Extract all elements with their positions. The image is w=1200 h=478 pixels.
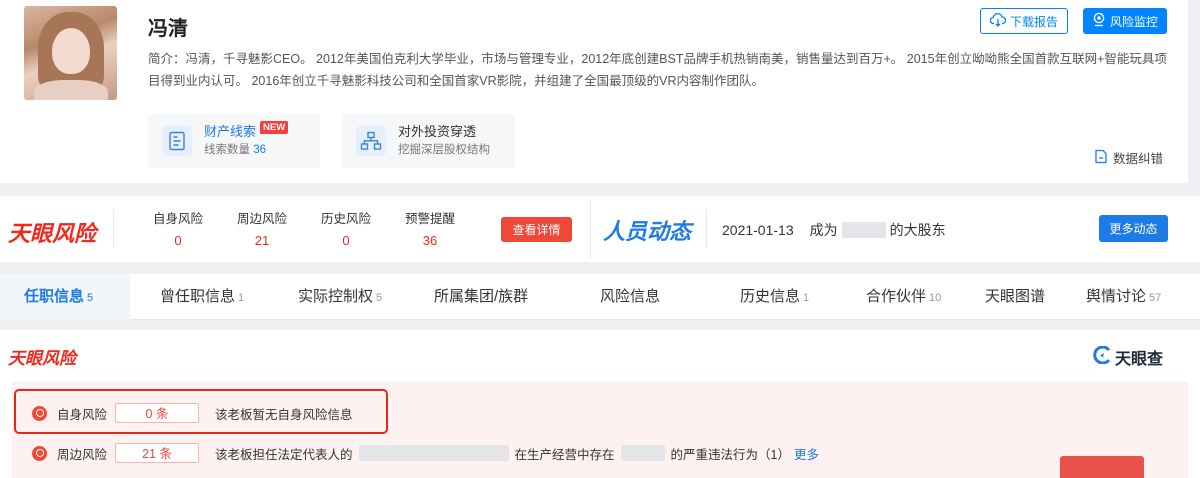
risk-monitor-label: 风险监控 (1110, 14, 1159, 29)
people-dynamics-entry: 2021-01-13 成为 的大股东 (722, 220, 946, 240)
tab-public-opinion[interactable]: 舆情讨论 57 (1086, 274, 1161, 320)
people-dynamics-logo: 人员动态 (603, 219, 692, 244)
risk-surrounding[interactable]: 周边风险 21 (227, 208, 297, 248)
risk-count-pill[interactable]: 21 条 (115, 443, 200, 463)
risk-row-label: 周边风险 (57, 447, 108, 462)
download-report-label: 下载报告 (1010, 14, 1059, 29)
tab-actual-control[interactable]: 实际控制权 5 (298, 274, 382, 320)
document-list-icon (162, 126, 192, 156)
feature-asset-clues[interactable]: 财产线索 NEW 线索数量 36 (148, 114, 320, 168)
risk-warning-value: 36 (422, 233, 438, 248)
tab-current-positions[interactable]: 任职信息 5 (24, 274, 93, 320)
people-prefix: 成为 (809, 222, 838, 238)
section-risk-logo: 天眼风险 (8, 349, 76, 368)
feature-investment-penetration[interactable]: 对外投资穿透 挖掘深层股权结构 (342, 114, 515, 168)
edit-document-icon (1094, 149, 1108, 167)
risk-surrounding-value: 21 (254, 233, 270, 248)
people-suffix: 的大股东 (889, 222, 946, 238)
risk-warning[interactable]: 预警提醒 36 (395, 208, 465, 248)
feature-asset-count: 36 (253, 144, 266, 156)
tab-partners[interactable]: 合作伙伴 10 (866, 274, 941, 320)
risk-row-text-mid: 在生产经营中存在 (514, 447, 615, 462)
download-report-button[interactable]: 下载报告 (980, 8, 1069, 34)
data-correction-link[interactable]: 数据纠错 (1094, 148, 1163, 167)
risk-surrounding-label: 周边风险 (236, 212, 287, 226)
tab-history-info[interactable]: 历史信息 1 (740, 274, 809, 320)
risk-row-surrounding: 周边风险 21 条 该老板担任法定代表人的 在生产经营中存在 的严重违法行为（1… (32, 442, 819, 464)
more-dynamics-button[interactable]: 更多动态 (1099, 215, 1168, 242)
feature-invest-title: 对外投资穿透 (398, 124, 477, 139)
view-details-button[interactable]: 查看详情 (501, 217, 572, 242)
annotation-highlight-box (14, 389, 388, 434)
divider (706, 210, 707, 248)
risk-history-value: 0 (342, 233, 350, 248)
location-target-icon (1092, 12, 1106, 30)
tianyan-risk-logo: 天眼风险 (8, 221, 97, 246)
org-chart-icon (356, 126, 386, 156)
risk-row-text-suffix: 的严重违法行为（1） (670, 447, 790, 462)
feature-invest-sub: 挖掘深层股权结构 (398, 144, 490, 156)
risk-row-text-prefix: 该老板担任法定代表人的 (215, 447, 353, 462)
divider (590, 200, 591, 258)
risk-self-value: 0 (174, 233, 182, 248)
tab-graph[interactable]: 天眼图谱 (985, 274, 1048, 320)
redacted-violation (620, 445, 665, 461)
risk-monitor-button[interactable]: 风险监控 (1083, 8, 1168, 34)
avatar[interactable] (24, 6, 117, 100)
tab-group[interactable]: 所属集团/族群 (434, 274, 531, 320)
person-name: 冯清 (148, 18, 188, 40)
risk-alert-icon (32, 445, 47, 461)
people-date: 2021-01-13 (722, 222, 794, 238)
divider (113, 210, 114, 248)
risk-self-label: 自身风险 (152, 212, 203, 226)
tianyancha-brand-text: 天眼查 (1115, 351, 1164, 368)
redacted-company-name (841, 222, 886, 238)
new-badge: NEW (260, 120, 289, 134)
action-button-partial[interactable] (1060, 456, 1144, 478)
tab-former-positions[interactable]: 曾任职信息 1 (160, 274, 244, 320)
person-intro: 简介：冯清，千寻魅影CEO。 2012年美国伯克利大学毕业，市场与管理专业，20… (148, 52, 1167, 88)
risk-self[interactable]: 自身风险 0 (143, 208, 213, 248)
tab-risk-info[interactable]: 风险信息 (600, 274, 663, 320)
redacted-company-name (358, 445, 509, 461)
risk-history-label: 历史风险 (320, 212, 371, 226)
risk-warning-label: 预警提醒 (404, 212, 455, 226)
cloud-download-icon (989, 12, 1007, 30)
feature-asset-sub-label: 线索数量 (204, 144, 250, 156)
tianyancha-brand: 天眼查 (1092, 345, 1163, 369)
feature-asset-title: 财产线索 (204, 124, 257, 139)
data-correction-label: 数据纠错 (1113, 152, 1164, 166)
tianyancha-logo-icon (1092, 345, 1112, 369)
risk-history[interactable]: 历史风险 0 (311, 208, 381, 248)
more-link[interactable]: 更多 (794, 444, 819, 463)
